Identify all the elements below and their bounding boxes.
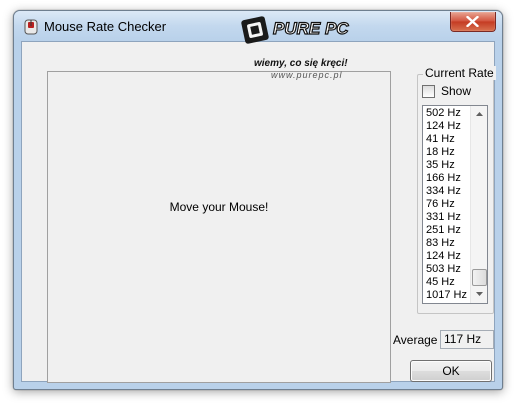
vertical-scrollbar[interactable] <box>470 106 487 303</box>
move-mouse-label: Move your Mouse! <box>169 200 269 214</box>
rate-list-item[interactable]: 124 Hz <box>424 120 469 133</box>
rate-listbox[interactable]: 502 Hz 124 Hz 41 Hz 18 Hz 35 Hz 166 Hz 334 Hz 7… <box>422 105 488 304</box>
mouse-app-icon[interactable] <box>23 19 39 35</box>
rate-list-item[interactable]: 334 Hz <box>424 185 469 198</box>
rate-list-item[interactable]: 1017 Hz <box>424 289 469 302</box>
rate-list-item[interactable]: 83 Hz <box>424 237 469 250</box>
client-area: Move your Mouse! Current Rate Show 502 H… <box>21 41 496 383</box>
purepc-watermark: PURE PC wiemy, co się kręci! www.purepc.… <box>241 14 356 82</box>
rate-list-item[interactable]: 18 Hz <box>424 146 469 159</box>
scroll-up-arrow-icon <box>476 112 483 116</box>
purepc-logo: PURE PC <box>241 16 350 44</box>
rate-list: 502 Hz 124 Hz 41 Hz 18 Hz 35 Hz 166 Hz 334 Hz 7… <box>424 107 469 302</box>
ok-button[interactable]: OK <box>410 360 492 382</box>
mouse-move-area[interactable]: Move your Mouse! <box>47 71 391 383</box>
window-title: Mouse Rate Checker <box>44 19 167 34</box>
rate-list-item[interactable]: 76 Hz <box>424 198 469 211</box>
current-rate-title: Current Rate <box>423 66 496 80</box>
watermark-tagline: wiemy, co się kręci! <box>254 58 348 69</box>
rate-list-item[interactable]: 45 Hz <box>424 276 469 289</box>
close-icon <box>466 16 479 27</box>
rate-list-item[interactable]: 166 Hz <box>424 172 469 185</box>
scroll-down-arrow-icon <box>476 292 483 296</box>
rate-list-item[interactable]: 41 Hz <box>424 133 469 146</box>
average-value-field: 117 Hz <box>440 330 494 349</box>
average-label: Average <box>393 333 438 347</box>
rate-list-item[interactable]: 331 Hz <box>424 211 469 224</box>
scroll-thumb[interactable] <box>472 269 487 286</box>
scroll-up-button[interactable] <box>471 106 487 123</box>
rate-list-item[interactable]: 503 Hz <box>424 263 469 276</box>
rate-list-item[interactable]: 502 Hz <box>424 107 469 120</box>
scroll-down-button[interactable] <box>471 286 487 303</box>
close-button[interactable] <box>450 12 496 32</box>
show-checkbox[interactable] <box>422 85 435 98</box>
show-label[interactable]: Show <box>441 84 471 98</box>
current-rate-group: Current Rate Show 502 Hz 124 Hz 41 Hz 18 Hz… <box>417 66 496 314</box>
rate-list-item[interactable]: 251 Hz <box>424 224 469 237</box>
rate-list-item[interactable]: 124 Hz <box>424 250 469 263</box>
rate-list-item[interactable]: 35 Hz <box>424 159 469 172</box>
logo-wordmark: PURE PC <box>273 19 349 38</box>
mouse-rate-checker-window: Mouse Rate Checker Move your Mouse! Curr… <box>13 10 503 390</box>
watermark-url: www.purepc.pl <box>271 70 343 80</box>
